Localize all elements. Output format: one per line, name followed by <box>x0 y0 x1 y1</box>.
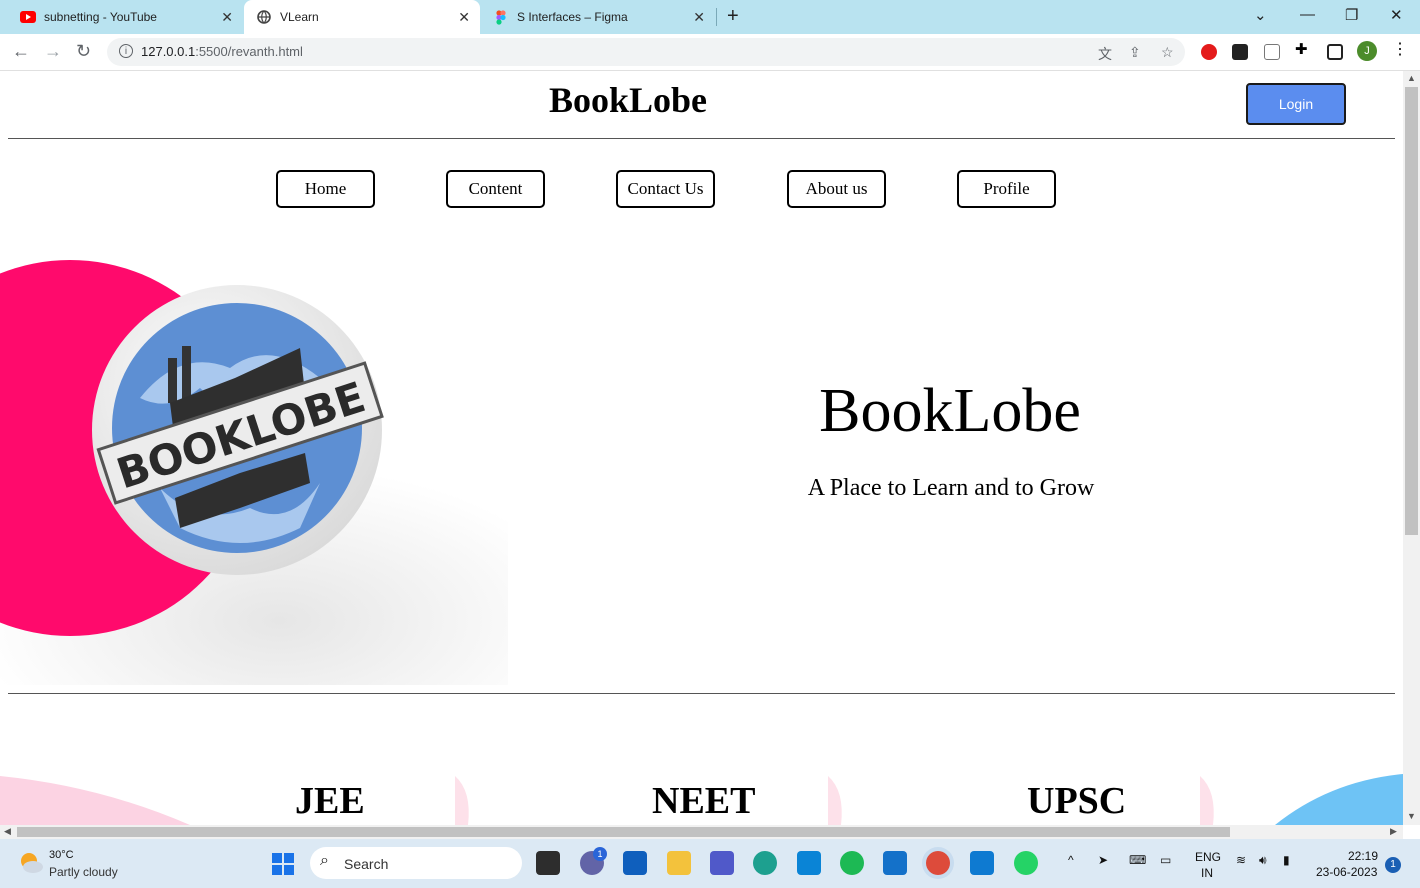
login-button[interactable]: Login <box>1246 83 1346 125</box>
tab-separator <box>716 8 717 26</box>
clock-date[interactable]: 23-06-2023 <box>1316 865 1377 879</box>
url-text: 127.0.0.1:5500/revanth.html <box>141 44 303 59</box>
scroll-down-icon[interactable]: ▼ <box>1407 811 1416 821</box>
file-explorer-icon[interactable] <box>667 851 691 875</box>
bookmark-star-icon[interactable]: ☆ <box>1161 44 1174 61</box>
course-upsc[interactable]: UPSC <box>1027 779 1126 823</box>
search-icon: ⌕ <box>320 852 329 869</box>
page-viewport: BookLobe Login Home Content Contact Us A… <box>0 71 1403 825</box>
reading-list-icon[interactable] <box>1264 44 1280 60</box>
course-neet[interactable]: NEET <box>652 779 755 823</box>
edge-icon[interactable] <box>753 851 777 875</box>
horizontal-scroll-thumb[interactable] <box>17 827 1230 837</box>
extension-icon[interactable] <box>1232 44 1248 60</box>
hero-title: BookLobe <box>819 377 1081 445</box>
address-bar[interactable]: i 127.0.0.1:5500/revanth.html 文 ⇪ ☆ <box>107 38 1185 66</box>
clock-time[interactable]: 22:19 <box>1348 849 1378 863</box>
nav-home[interactable]: Home <box>276 170 375 208</box>
restore-button[interactable]: ❐ <box>1345 6 1358 24</box>
hero-divider <box>8 693 1395 694</box>
nav-profile[interactable]: Profile <box>957 170 1056 208</box>
vertical-scroll-thumb[interactable] <box>1405 87 1418 535</box>
horizontal-scrollbar[interactable]: ◀ ▶ <box>0 825 1403 839</box>
scroll-up-icon[interactable]: ▲ <box>1407 73 1416 83</box>
display-icon[interactable]: ▭ <box>1160 853 1171 867</box>
extensions-puzzle-icon[interactable]: ✚ <box>1295 40 1311 58</box>
course-jee[interactable]: JEE <box>295 779 365 823</box>
minimize-button[interactable]: — <box>1300 6 1315 23</box>
teams-icon[interactable] <box>710 851 734 875</box>
language-top[interactable]: ENG <box>1195 850 1221 864</box>
close-tab-icon[interactable]: ✕ <box>693 9 705 26</box>
nav-about-us[interactable]: About us <box>787 170 886 208</box>
remote-desktop-icon[interactable] <box>883 851 907 875</box>
tab-search-icon[interactable]: ⌄ <box>1254 6 1267 24</box>
scroll-right-icon[interactable]: ▶ <box>1390 826 1397 837</box>
vscode-icon[interactable] <box>970 851 994 875</box>
tab-title: subnetting - YouTube <box>44 10 157 24</box>
site-title: BookLobe <box>548 80 708 120</box>
keyboard-icon[interactable]: ⌨ <box>1129 853 1146 867</box>
youtube-icon <box>20 9 36 25</box>
tab-title: VLearn <box>280 10 319 24</box>
taskbar-search[interactable]: ⌕ Search <box>310 847 522 879</box>
close-window-button[interactable]: ✕ <box>1390 6 1403 24</box>
teams-badge: 1 <box>593 847 607 861</box>
microsoft-store-icon[interactable] <box>623 851 647 875</box>
cortana-icon[interactable] <box>797 851 821 875</box>
tab-figma[interactable]: S Interfaces – Figma ✕ <box>481 0 715 34</box>
forward-icon[interactable]: → <box>44 41 62 62</box>
volume-icon[interactable]: 🔊︎ <box>1259 853 1267 868</box>
spotify-icon[interactable] <box>840 851 864 875</box>
globe-icon <box>256 9 272 25</box>
profile-avatar[interactable]: J <box>1357 41 1377 61</box>
hero-tagline: A Place to Learn and to Grow <box>807 475 1095 501</box>
browser-toolbar: ← → ↻ i 127.0.0.1:5500/revanth.html 文 ⇪ … <box>0 34 1420 71</box>
weather-icon[interactable] <box>18 851 44 875</box>
translate-icon[interactable]: 文 <box>1098 44 1112 64</box>
tab-strip: subnetting - YouTube ✕ VLearn ✕ S Interf… <box>0 0 1420 34</box>
windows-taskbar: 30°C Partly cloudy ⌕ Search 1 ^ ➤ ⌨ ▭ EN… <box>0 839 1420 888</box>
location-icon[interactable]: ➤ <box>1098 853 1108 867</box>
windows-start-icon[interactable] <box>272 853 294 875</box>
booklobe-badge-image: BOOKLOBE <box>0 228 508 685</box>
language-bottom[interactable]: IN <box>1201 866 1213 880</box>
whatsapp-icon[interactable] <box>1014 851 1038 875</box>
figma-icon <box>493 9 509 25</box>
chrome-icon[interactable] <box>926 851 950 875</box>
tab-youtube[interactable]: subnetting - YouTube ✕ <box>0 0 243 34</box>
wifi-icon[interactable]: ≋ <box>1236 853 1246 867</box>
nav-content[interactable]: Content <box>446 170 545 208</box>
battery-icon[interactable]: ▮ <box>1283 853 1290 867</box>
tab-title: S Interfaces – Figma <box>517 10 628 24</box>
side-panel-icon[interactable] <box>1327 44 1343 60</box>
task-view-icon[interactable] <box>536 851 560 875</box>
search-label: Search <box>344 856 389 872</box>
back-icon[interactable]: ← <box>12 41 30 62</box>
share-icon[interactable]: ⇪ <box>1129 44 1141 61</box>
reload-icon[interactable]: ↻ <box>76 41 91 62</box>
opera-extension-icon[interactable] <box>1201 44 1217 60</box>
weather-description: Partly cloudy <box>49 865 118 879</box>
header-divider <box>8 138 1395 139</box>
notification-badge[interactable]: 1 <box>1385 857 1401 873</box>
menu-kebab-icon[interactable]: ⋮ <box>1392 39 1408 58</box>
tray-overflow-icon[interactable]: ^ <box>1068 853 1074 867</box>
new-tab-button[interactable]: + <box>727 5 739 28</box>
site-info-icon[interactable]: i <box>119 44 133 58</box>
scroll-left-icon[interactable]: ◀ <box>4 826 11 837</box>
nav-contact-us[interactable]: Contact Us <box>616 170 715 208</box>
close-tab-icon[interactable]: ✕ <box>458 9 470 26</box>
vertical-scrollbar[interactable]: ▲ ▼ <box>1403 71 1420 825</box>
tab-vlearn[interactable]: VLearn ✕ <box>244 0 480 34</box>
close-tab-icon[interactable]: ✕ <box>221 9 233 26</box>
weather-temperature: 30°C <box>49 849 74 861</box>
